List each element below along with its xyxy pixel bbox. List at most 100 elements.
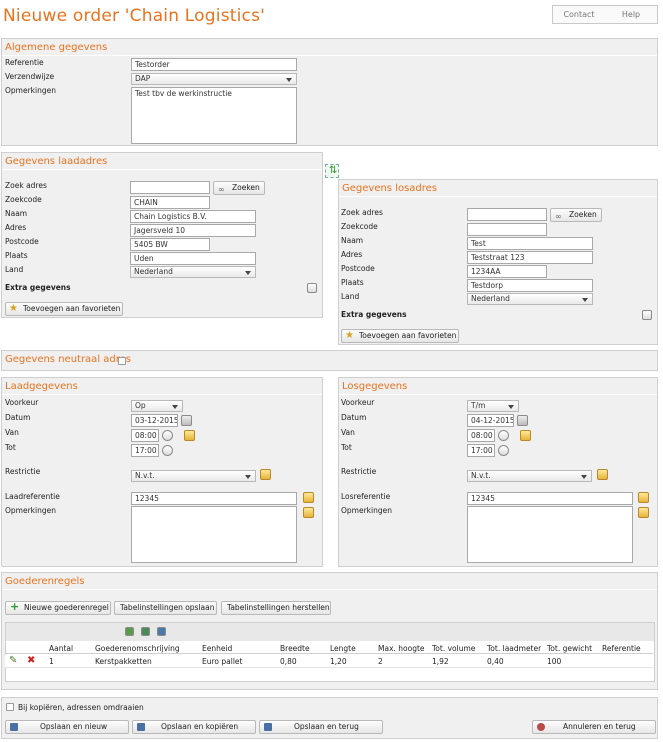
zoekcode-input[interactable]: CHAIN xyxy=(130,196,210,209)
laad-favorieten-button[interactable]: ★ Toevoegen aan favorieten xyxy=(5,302,123,316)
delete-icon[interactable]: ✖ xyxy=(27,655,35,666)
col-breedte[interactable]: Breedte xyxy=(280,644,310,653)
losgegevens-panel: Losgegevens Voorkeur T/m Datum 04-12-201… xyxy=(338,377,658,567)
expand-icon[interactable] xyxy=(307,283,317,293)
save-icon xyxy=(10,723,18,731)
laadreferentie-input[interactable]: 12345 xyxy=(131,492,297,505)
plaats-input[interactable]: Uden xyxy=(130,252,256,265)
kopieren-omdraaien-checkbox[interactable] xyxy=(6,703,14,711)
neutraal-adres-checkbox[interactable] xyxy=(118,357,126,365)
los-opmerkingen-textarea[interactable] xyxy=(467,506,633,563)
clock-icon[interactable] xyxy=(498,430,509,441)
zoek-adres-label: Zoek adres xyxy=(341,208,383,217)
export-csv-icon[interactable] xyxy=(141,627,150,636)
zoeken-button-label: Zoeken xyxy=(569,210,597,219)
tabelinstellingen-opslaan-button[interactable]: Tabelinstellingen opslaan xyxy=(114,601,217,615)
laadreferentie-add-icon[interactable] xyxy=(303,492,314,503)
col-referentie[interactable]: Referentie xyxy=(602,644,641,653)
edit-icon[interactable]: ✎ xyxy=(9,655,17,666)
time-add-icon[interactable] xyxy=(520,430,531,441)
restrictie-select[interactable]: N.v.t. xyxy=(131,470,256,482)
time-add-icon[interactable] xyxy=(184,430,195,441)
datum-input[interactable]: 04-12-2015 xyxy=(467,414,514,427)
col-max-hoogte[interactable]: Max. hoogte xyxy=(378,644,425,653)
restrictie-add-icon[interactable] xyxy=(260,469,271,480)
postcode-input[interactable]: 5405 BW xyxy=(130,238,210,251)
clock-icon[interactable] xyxy=(498,445,509,456)
cell-goederenomschrijving: Kerstpakketten xyxy=(95,657,152,666)
calendar-icon[interactable] xyxy=(517,415,528,426)
laad-opmerkingen-textarea[interactable] xyxy=(131,506,297,563)
zoeken-button-label: Zoeken xyxy=(232,183,260,192)
postcode-input[interactable]: 1234AA xyxy=(467,265,547,278)
opslaan-en-kopieren-button[interactable]: Opslaan en kopiëren xyxy=(132,720,256,734)
swap-addresses-icon[interactable]: ⇅ xyxy=(325,164,339,178)
export-excel-icon[interactable] xyxy=(125,627,134,636)
land-select[interactable]: Nederland xyxy=(130,266,256,278)
zoekcode-label: Zoekcode xyxy=(5,195,42,204)
opslaan-en-nieuw-button[interactable]: Opslaan en nieuw xyxy=(5,720,129,734)
plaats-label: Plaats xyxy=(341,278,364,287)
footer-panel: Bij kopiëren, adressen omdraaien Opslaan… xyxy=(1,697,658,739)
top-nav: Contact Help xyxy=(552,5,658,24)
zoeken-button[interactable]: ∞ Zoeken xyxy=(213,181,265,195)
naam-input[interactable]: Chain Logistics B.V. xyxy=(130,210,256,223)
van-label: Van xyxy=(341,428,355,437)
verzendwijze-select[interactable]: DAP xyxy=(131,73,297,85)
export-pdf-icon[interactable] xyxy=(157,627,166,636)
datum-input[interactable]: 03-12-2015 xyxy=(131,414,178,427)
binoculars-icon: ∞ xyxy=(218,185,225,194)
restrictie-add-icon[interactable] xyxy=(597,469,608,480)
opmerkingen-add-icon[interactable] xyxy=(303,507,314,518)
expand-icon[interactable] xyxy=(642,310,652,320)
losreferentie-input[interactable]: 12345 xyxy=(467,492,633,505)
opslaan-en-terug-button[interactable]: Opslaan en terug xyxy=(259,720,383,734)
annuleren-en-terug-button[interactable]: Annuleren en terug xyxy=(532,720,656,734)
adres-input[interactable]: Teststraat 123 xyxy=(467,251,593,264)
losreferentie-add-icon[interactable] xyxy=(638,492,649,503)
tabelinstellingen-herstellen-button[interactable]: Tabelinstellingen herstellen xyxy=(221,601,331,615)
naam-input[interactable]: Test xyxy=(467,237,593,250)
opmerkingen-textarea[interactable]: Test tbv de werkinstructie xyxy=(131,87,297,144)
page-title: Nieuwe order 'Chain Logistics' xyxy=(3,6,266,26)
calendar-icon[interactable] xyxy=(181,415,192,426)
restrictie-select[interactable]: N.v.t. xyxy=(467,470,592,482)
van-input[interactable]: 08:00 xyxy=(131,429,159,442)
tot-input[interactable]: 17:00 xyxy=(131,444,159,457)
referentie-input[interactable]: Testorder xyxy=(131,58,297,71)
voorkeur-select[interactable]: T/m xyxy=(467,400,519,412)
col-goederenomschrijving[interactable]: Goederenomschrijving xyxy=(95,644,180,653)
van-input[interactable]: 08:00 xyxy=(467,429,495,442)
voorkeur-select[interactable]: Op xyxy=(131,400,183,412)
favorieten-button-label: Toevoegen aan favorieten xyxy=(23,304,121,313)
zoeken-button[interactable]: ∞ Zoeken xyxy=(550,208,602,222)
zoek-adres-input[interactable] xyxy=(467,208,547,221)
col-lengte[interactable]: Lengte xyxy=(330,644,356,653)
plus-icon: + xyxy=(10,601,20,613)
section-title: Laadgegevens xyxy=(5,381,78,392)
plaats-input[interactable]: Testdorp xyxy=(467,279,593,292)
los-favorieten-button[interactable]: ★ Toevoegen aan favorieten xyxy=(341,329,459,343)
land-select[interactable]: Nederland xyxy=(467,293,593,305)
col-tot-laadmeter[interactable]: Tot. laadmeter xyxy=(487,644,541,653)
section-title: Losgegevens xyxy=(342,381,408,392)
tot-input[interactable]: 17:00 xyxy=(467,444,495,457)
col-aantal[interactable]: Aantal xyxy=(49,644,73,653)
zoek-adres-input[interactable] xyxy=(130,181,210,194)
clock-icon[interactable] xyxy=(162,445,173,456)
save-icon xyxy=(264,723,272,731)
divider xyxy=(2,589,657,590)
col-eenheid[interactable]: Eenheid xyxy=(202,644,232,653)
col-tot-volume[interactable]: Tot. volume xyxy=(432,644,475,653)
opmerkingen-add-icon[interactable] xyxy=(638,507,649,518)
nieuwe-goederenregel-button[interactable]: + Nieuwe goederenregel xyxy=(5,601,111,615)
contact-link[interactable]: Contact xyxy=(553,6,605,23)
tot-label: Tot xyxy=(341,443,352,452)
voorkeur-label: Voorkeur xyxy=(5,398,39,407)
col-tot-gewicht[interactable]: Tot. gewicht xyxy=(547,644,592,653)
plaats-label: Plaats xyxy=(5,251,28,260)
zoekcode-input[interactable] xyxy=(467,223,547,236)
help-link[interactable]: Help xyxy=(605,6,657,23)
clock-icon[interactable] xyxy=(162,430,173,441)
adres-input[interactable]: Jagersveld 10 xyxy=(130,224,256,237)
